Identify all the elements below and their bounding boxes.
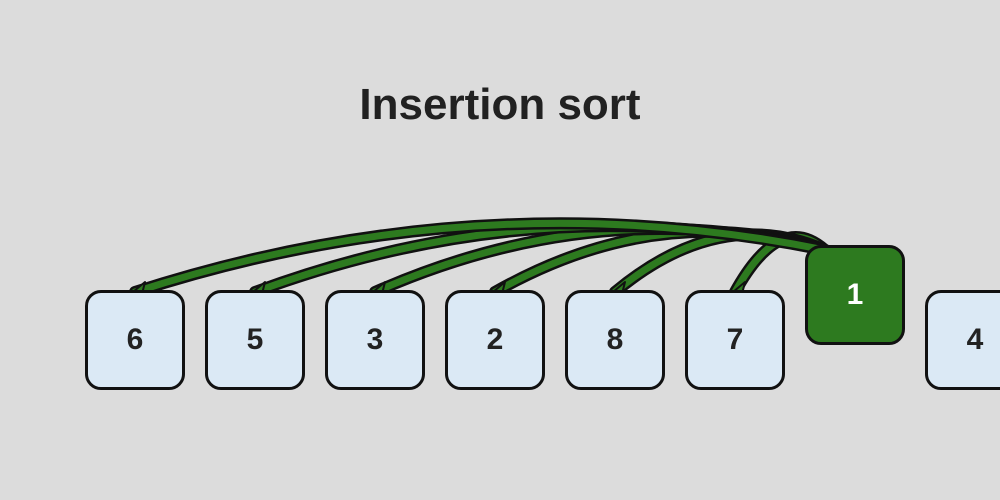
diagram-stage: Insertion sort 6 5 3 2 8 7 1 4: [0, 0, 1000, 500]
array-box: 5: [205, 290, 305, 390]
array-box-value: 2: [487, 323, 504, 357]
array-box-value: 1: [847, 278, 864, 312]
array-box-value: 6: [127, 323, 144, 357]
array-box: 7: [685, 290, 785, 390]
array-box-value: 4: [967, 323, 984, 357]
array-box: 8: [565, 290, 665, 390]
array-box-active: 1: [805, 245, 905, 345]
array-box: 4: [925, 290, 1000, 390]
array-box: 6: [85, 290, 185, 390]
array-box: 2: [445, 290, 545, 390]
array-box-value: 3: [367, 323, 384, 357]
array-box: 3: [325, 290, 425, 390]
array-box-value: 8: [607, 323, 624, 357]
array-box-value: 7: [727, 323, 744, 357]
diagram-title: Insertion sort: [0, 80, 1000, 130]
array-box-value: 5: [247, 323, 264, 357]
